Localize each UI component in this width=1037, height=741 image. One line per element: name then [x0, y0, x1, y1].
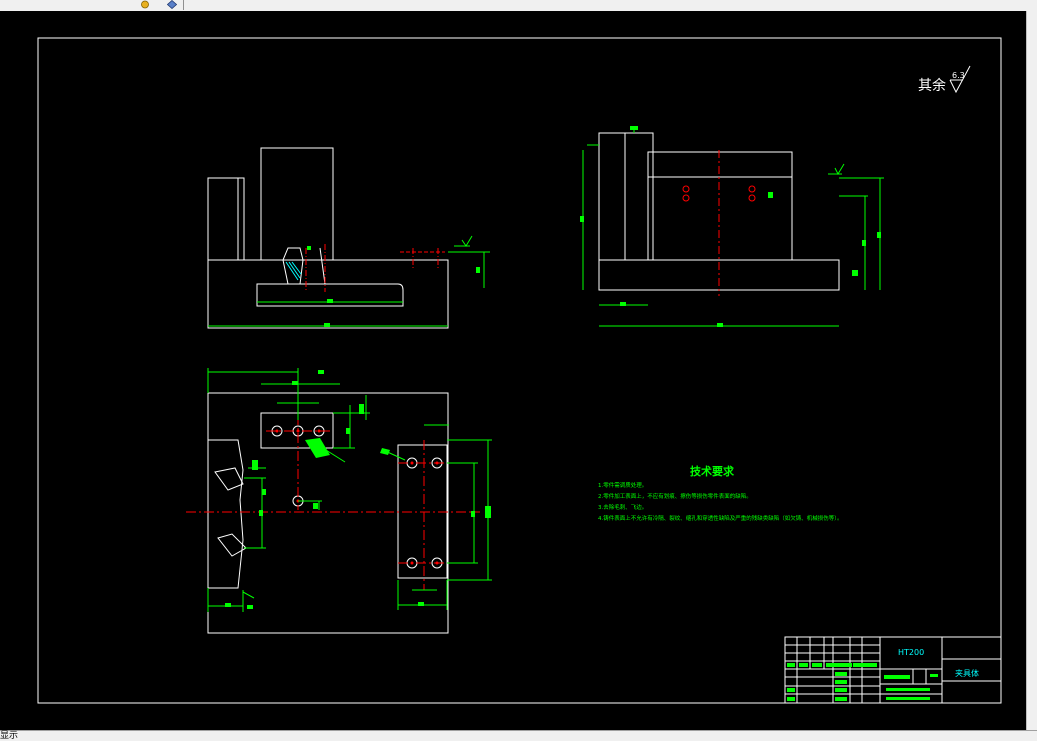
side-view-dimensions: [582, 128, 884, 327]
part-name-text: 夹具体: [955, 668, 979, 678]
vertical-scrollbar[interactable]: [1026, 11, 1037, 730]
tech-line-2: 2.零件加工表面上，不应有划痕、擦伤等损伤零件表面的缺陷。: [598, 492, 752, 500]
tech-title: 技术要求: [690, 464, 735, 478]
properties-icon[interactable]: [167, 0, 177, 9]
drawing-frame: [37, 37, 1002, 704]
status-bar: 显示: [0, 730, 1037, 741]
surface-finish-note: 其余 6.3: [918, 65, 971, 94]
material-text: HT200: [898, 648, 924, 657]
surface-roughness-value: 6.3: [952, 71, 965, 80]
top-view: [207, 392, 449, 634]
technical-requirements: 技术要求 1.零件需调质处理。 2.零件加工表面上，不应有划痕、擦伤等损伤零件表…: [598, 464, 843, 522]
tech-line-3: 3.去除毛刺、飞边。: [598, 503, 647, 511]
tech-line-1: 1.零件需调质处理。: [598, 481, 647, 489]
drawing-canvas[interactable]: 其余 6.3 技术要求 1.零件需调质处理。 2.零件加工表面上，不应有划痕、擦…: [0, 11, 1026, 730]
surface-note-text: 其余: [918, 77, 946, 94]
side-view: [598, 132, 840, 296]
top-view-dimensions: [207, 368, 492, 612]
tech-line-4: 4.铸件表面上不允许有冷隔、裂纹、缩孔和穿透性缺陷及严重的残缺类缺陷（如欠铸、机…: [598, 514, 843, 522]
layer-icon[interactable]: [140, 0, 150, 9]
